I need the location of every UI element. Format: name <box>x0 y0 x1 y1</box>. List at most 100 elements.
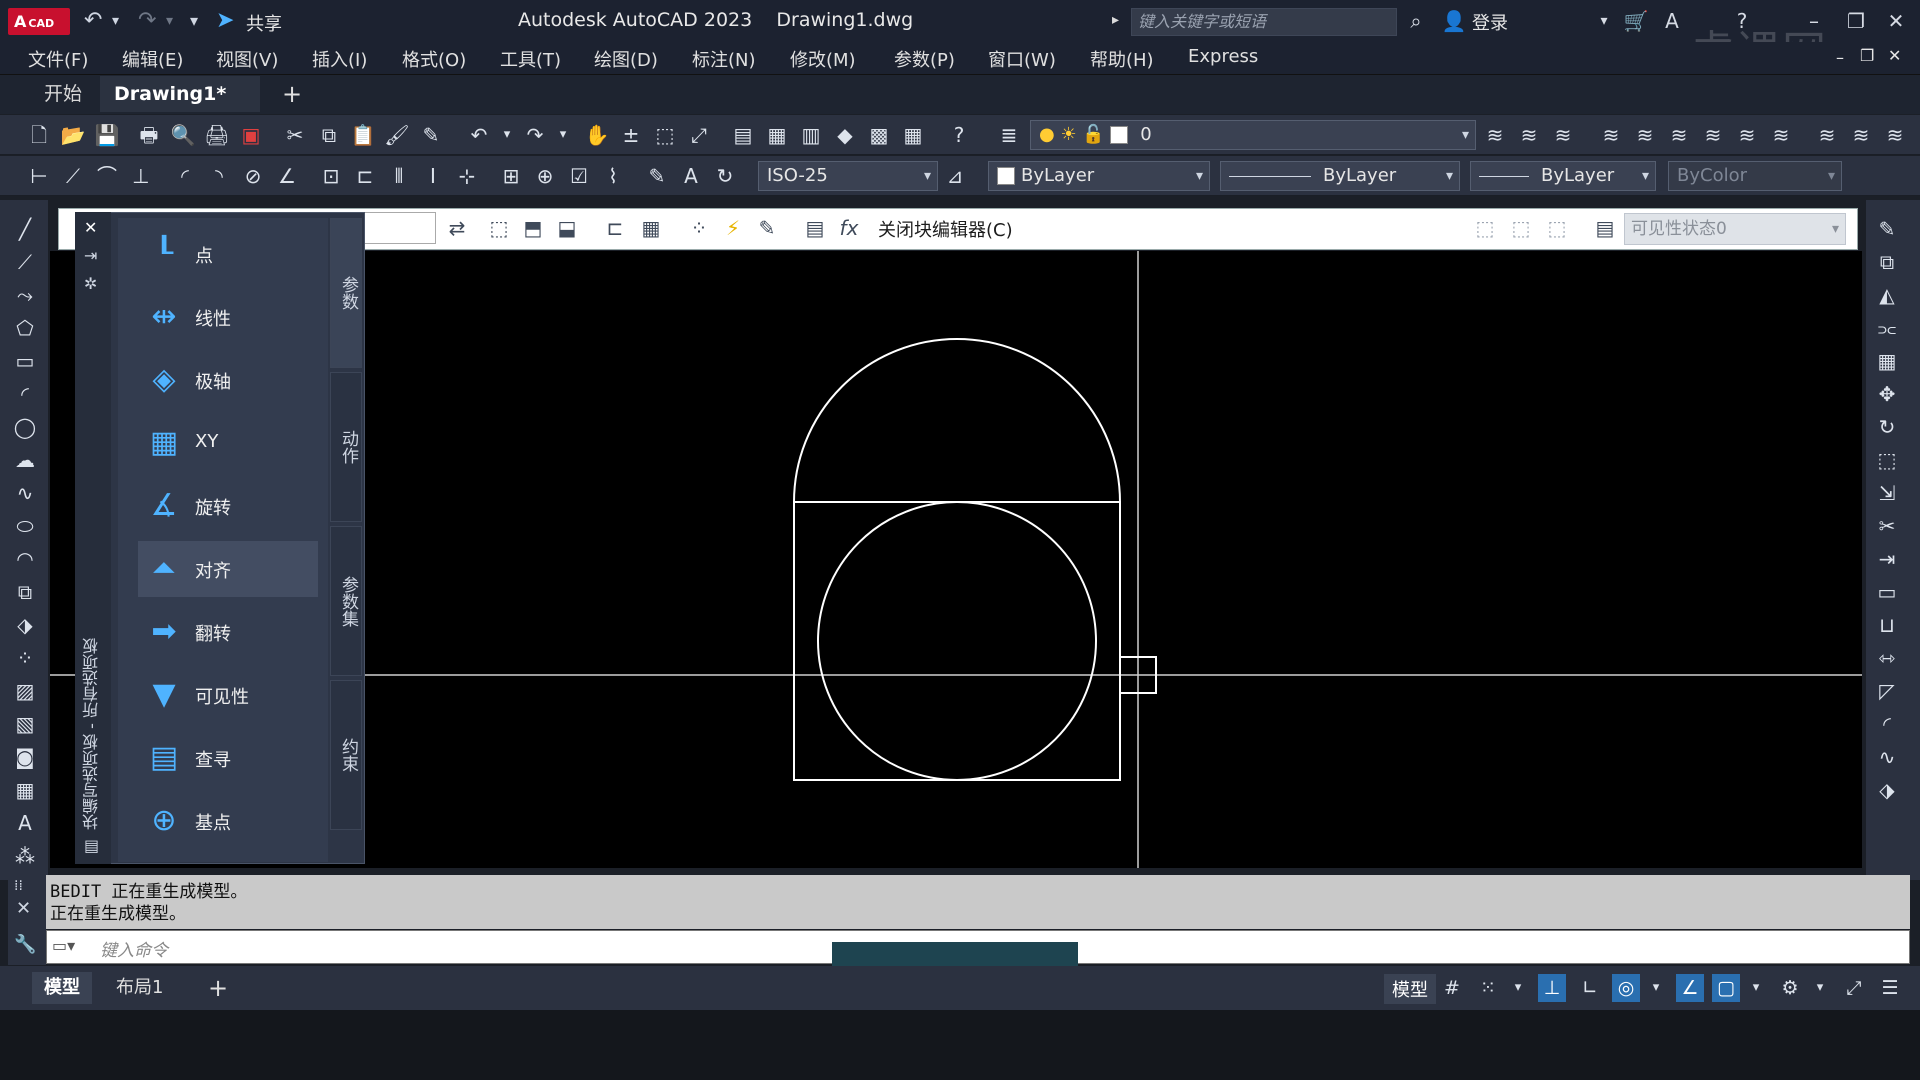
menu-file[interactable]: 文件(F) <box>28 46 88 72</box>
properties-icon[interactable]: ▤ <box>728 120 758 150</box>
menu-tools[interactable]: 工具(T) <box>500 46 561 72</box>
sheet-set-icon[interactable]: ◆ <box>830 120 860 150</box>
command-grip-icon[interactable]: ⁞⁞ <box>14 878 23 894</box>
layout-tab-model[interactable]: 模型 <box>32 972 92 1004</box>
join-icon[interactable]: ⇿ <box>1872 643 1902 673</box>
dim-quick-icon[interactable]: ⊡ <box>316 161 346 191</box>
login-label[interactable]: 登录 <box>1472 9 1508 35</box>
calculator-icon[interactable]: ▦ <box>898 120 928 150</box>
make-block-icon[interactable]: ⬗ <box>10 610 40 640</box>
insert-block-icon[interactable]: ⧉ <box>10 577 40 607</box>
table-icon[interactable]: ▦ <box>10 775 40 805</box>
inner-circle[interactable] <box>817 501 1097 781</box>
region-icon[interactable]: ◙ <box>10 742 40 772</box>
palette-properties-icon[interactable]: ✲ <box>84 274 97 293</box>
extend-icon[interactable]: ⇥ <box>1872 544 1902 574</box>
doc-close-icon[interactable]: ✕ <box>1888 46 1901 65</box>
object-snap-icon[interactable]: ▢ <box>1712 974 1740 1002</box>
color-combo[interactable]: ByLayer ▾ <box>988 161 1210 191</box>
customization-menu-icon[interactable]: ☰ <box>1876 974 1904 1002</box>
offset-icon[interactable]: ⫗ <box>1872 313 1902 343</box>
visibility-mode-icon[interactable]: ⬚ <box>1542 212 1572 244</box>
lineweight-combo[interactable]: ByLayer ▾ <box>1470 161 1656 191</box>
array-icon[interactable]: ▦ <box>1872 346 1902 376</box>
design-center-icon[interactable]: ▦ <box>762 120 792 150</box>
gradient-icon[interactable]: ▧ <box>10 709 40 739</box>
doc-minimize-icon[interactable]: – <box>1836 48 1844 67</box>
rectangle-icon[interactable]: ▭ <box>10 346 40 376</box>
menu-window[interactable]: 窗口(W) <box>988 46 1056 72</box>
polar-tracking-icon[interactable]: ◎ <box>1612 974 1640 1002</box>
erase-icon[interactable]: ✎ <box>1872 214 1902 244</box>
inspect-icon[interactable]: ☑ <box>564 161 594 191</box>
break-at-point-icon[interactable]: ▭ <box>1872 577 1902 607</box>
dim-radius-icon[interactable]: ◜ <box>170 161 200 191</box>
help-search-input[interactable]: 键入关键字或短语 <box>1131 8 1397 36</box>
menu-view[interactable]: 视图(V) <box>216 46 278 72</box>
dim-space-icon[interactable]: I <box>418 161 448 191</box>
visibility-state-combo[interactable]: 可见性状态0 ▾ <box>1624 213 1846 245</box>
close-icon[interactable]: ✕ <box>1882 8 1910 34</box>
polyline-icon[interactable]: ⤳ <box>10 280 40 310</box>
parameters-manager-icon[interactable]: ▤ <box>800 212 830 244</box>
menu-modify[interactable]: 修改(M) <box>790 46 856 72</box>
ortho-icon[interactable]: ∟ <box>1576 974 1604 1002</box>
visibility-dropdown-icon[interactable]: ▾ <box>1832 214 1839 244</box>
search-expand-icon[interactable]: ▸ <box>1112 12 1119 28</box>
block-editor-icon[interactable]: ✎ <box>416 120 446 150</box>
search-icon[interactable]: ⌕ <box>1402 8 1430 34</box>
share-icon[interactable]: ➤ <box>216 8 234 34</box>
fillet-icon[interactable]: ◜ <box>1872 709 1902 739</box>
command-close-icon[interactable]: ✕ <box>16 898 31 919</box>
menu-edit[interactable]: 编辑(E) <box>122 46 183 72</box>
redo-toolbar-dropdown-icon[interactable]: ▾ <box>548 120 578 150</box>
make-invisible-icon[interactable]: ⬚ <box>1506 212 1536 244</box>
markup-icon[interactable]: ▩ <box>864 120 894 150</box>
menu-format[interactable]: 格式(O) <box>402 46 466 72</box>
tab-drawing1[interactable]: Drawing1* × <box>100 76 260 141</box>
redo-dropdown-icon[interactable]: ▾ <box>166 8 173 34</box>
recent-commands-icon[interactable]: ▭▾ <box>52 936 75 955</box>
action-icon[interactable]: ⚡ <box>718 212 748 244</box>
menu-parametric[interactable]: 参数(P) <box>894 46 955 72</box>
palette-item-flip[interactable]: ➡ 翻转 <box>138 604 318 660</box>
trim-icon[interactable]: ✂ <box>1872 511 1902 541</box>
undo-dropdown-icon[interactable]: ▾ <box>112 8 119 34</box>
construction-line-icon[interactable]: ⟋ <box>10 247 40 277</box>
layer-combo[interactable]: ● ☀ 🔓 0 ▾ <box>1030 120 1476 150</box>
dim-angular-icon[interactable]: ∠ <box>272 161 302 191</box>
polar-dropdown-icon[interactable]: ▾ <box>1642 974 1670 1002</box>
revision-cloud-icon[interactable]: ☁ <box>10 445 40 475</box>
dim-style-dropdown-icon[interactable]: ▾ <box>924 162 931 190</box>
pan-icon[interactable]: ✋ <box>582 120 612 150</box>
fx-icon[interactable]: fx <box>834 212 864 244</box>
save-icon[interactable]: 💾 <box>92 120 122 150</box>
chamfer-icon[interactable]: ◸ <box>1872 676 1902 706</box>
isodraft-icon[interactable]: ∠ <box>1676 974 1704 1002</box>
dim-continue-icon[interactable]: ⫴ <box>384 161 414 191</box>
plot-style-dropdown-icon[interactable]: ▾ <box>1828 162 1835 190</box>
arc-icon[interactable]: ◜ <box>10 379 40 409</box>
settings-dropdown-icon[interactable]: ▾ <box>1806 974 1834 1002</box>
zoom-window-icon[interactable]: ⬚ <box>650 120 680 150</box>
polygon-icon[interactable]: ⬠ <box>10 313 40 343</box>
dim-jogged-icon[interactable]: ◝ <box>204 161 234 191</box>
new-icon[interactable]: 🗋 <box>24 120 54 150</box>
add-layout-button[interactable]: + <box>196 972 240 1004</box>
plot-preview-icon[interactable]: 🔍 <box>168 120 198 150</box>
login-dropdown-icon[interactable]: ▾ <box>1590 8 1618 34</box>
new-tab-button[interactable]: + <box>268 76 316 112</box>
cart-icon[interactable]: 🛒 <box>1622 8 1650 34</box>
command-customize-icon[interactable]: 🔧 <box>14 934 36 955</box>
palette-menu-icon[interactable]: ▤ <box>84 836 99 855</box>
dim-baseline-icon[interactable]: ⊏ <box>350 161 380 191</box>
top-semicircle-arc[interactable] <box>793 338 1121 503</box>
customize-quick-access-icon[interactable]: ▾ <box>190 8 198 34</box>
close-block-editor-button[interactable]: 关闭块编辑器(C) <box>878 216 1013 242</box>
layer-states-icon[interactable]: ≋ <box>1548 120 1578 150</box>
user-icon[interactable]: 👤 <box>1440 8 1468 34</box>
explode-icon[interactable]: ⬗ <box>1872 775 1902 805</box>
settings-gear-icon[interactable]: ⚙ <box>1776 974 1804 1002</box>
make-current-layer-icon[interactable]: ≋ <box>1480 120 1510 150</box>
body-rectangle[interactable] <box>793 501 1121 781</box>
